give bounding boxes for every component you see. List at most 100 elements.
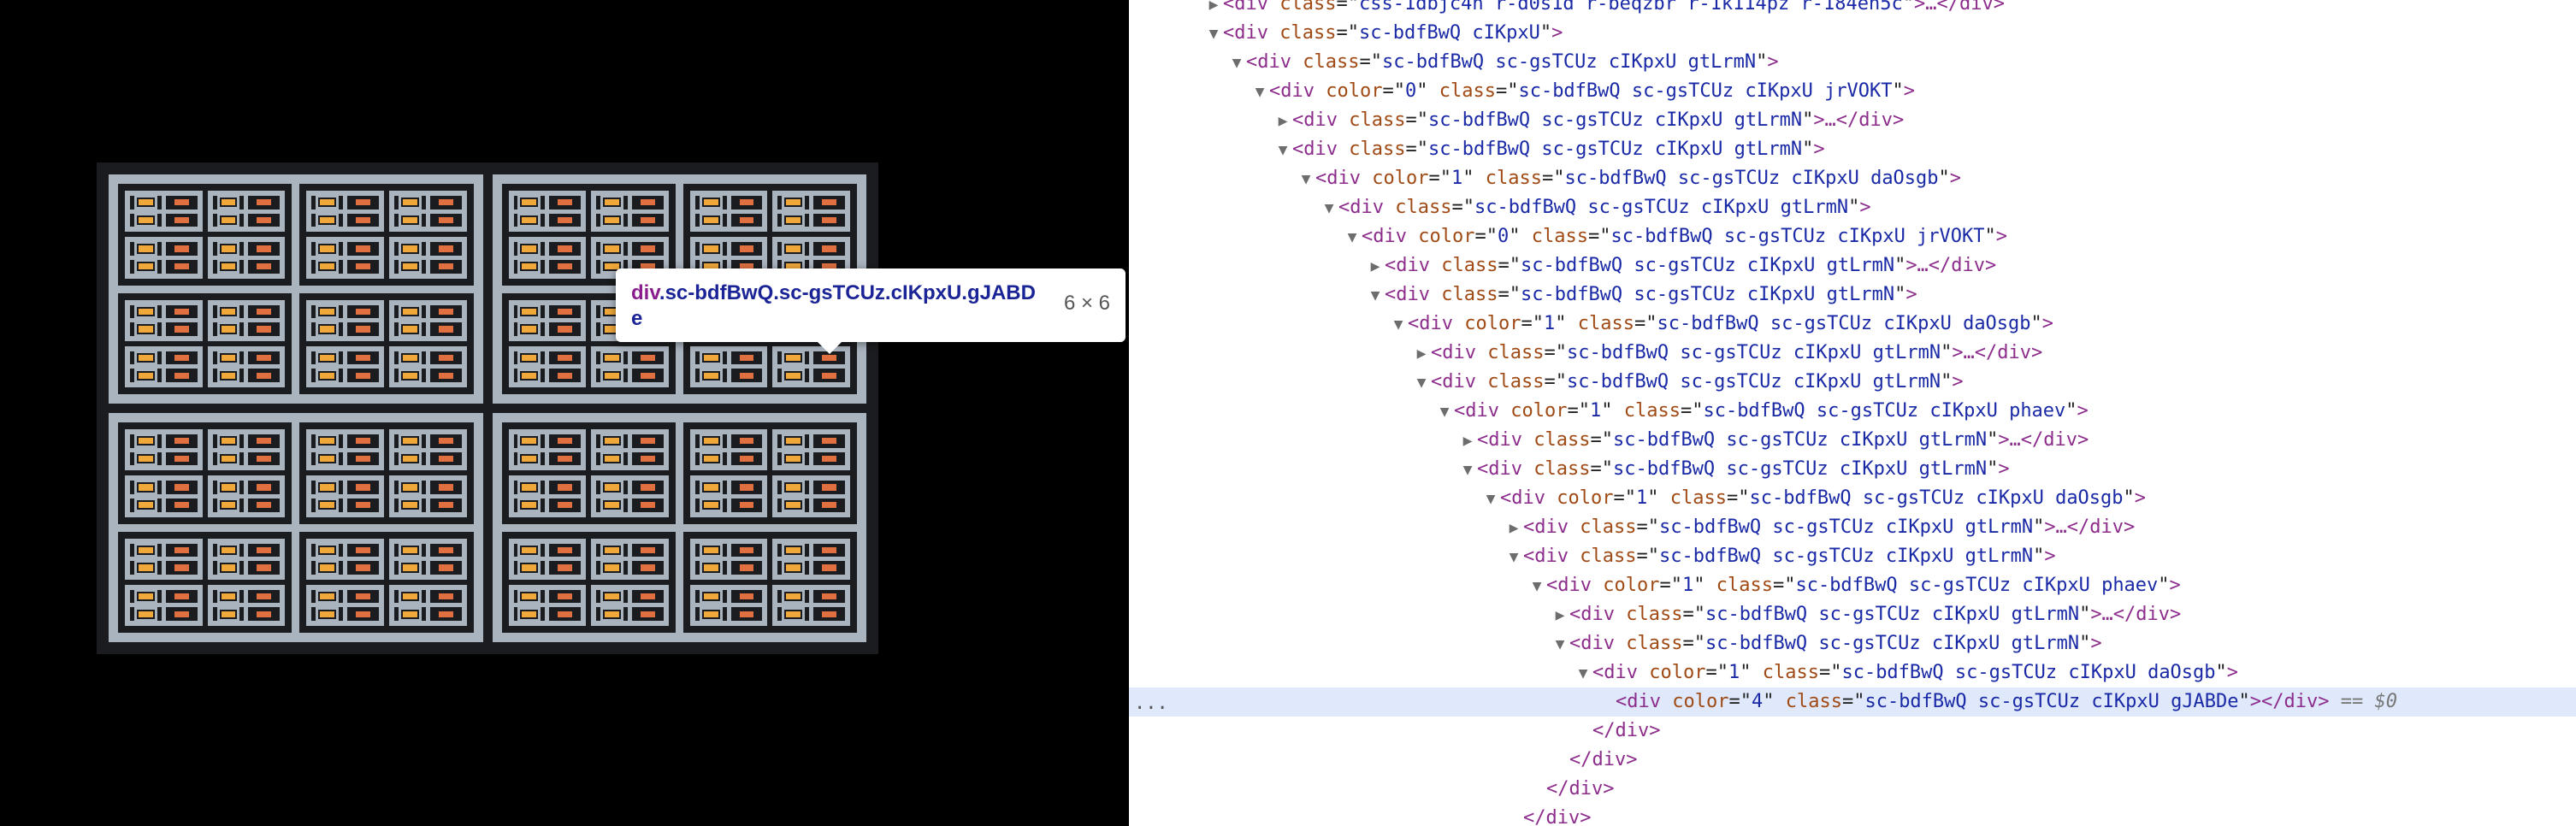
expand-triangle-down-icon[interactable]: ▼	[1481, 485, 1500, 514]
attribute-value[interactable]: 1	[1728, 662, 1740, 683]
attribute-name[interactable]: color	[1672, 691, 1728, 712]
dom-node[interactable]: ▼ <div class="sc-bdfBwQ sc-gsTCUz cIKpxU …	[1129, 455, 2576, 484]
attribute-value[interactable]: sc-bdfBwQ sc-gsTCUz cIKpxU daOsgb	[1841, 662, 2215, 683]
dom-node[interactable]: ▶</div>	[1129, 746, 2576, 775]
dom-node[interactable]: ▶ <div class="sc-bdfBwQ sc-gsTCUz cIKpxU …	[1129, 600, 2576, 629]
attribute-value[interactable]: sc-bdfBwQ sc-gsTCUz cIKpxU jrVOKT	[1518, 80, 1892, 102]
dom-node[interactable]: ▼ <div class="sc-bdfBwQ sc-gsTCUz cIKpxU …	[1129, 542, 2576, 571]
attribute-name[interactable]: class	[1395, 197, 1451, 218]
attribute-value[interactable]: 0	[1405, 80, 1416, 102]
attribute-value[interactable]: sc-bdfBwQ sc-gsTCUz cIKpxU gtLrmN	[1428, 109, 1802, 131]
attribute-name[interactable]: color	[1326, 80, 1382, 102]
dom-node[interactable]: ▶ <div class="sc-bdfBwQ sc-gsTCUz cIKpxU …	[1129, 339, 2576, 368]
expand-triangle-right-icon[interactable]: ▶	[1412, 339, 1431, 369]
attribute-name[interactable]: class	[1487, 371, 1544, 392]
row-actions-ellipsis[interactable]: ...	[1134, 689, 1168, 718]
attribute-value[interactable]: sc-bdfBwQ sc-gsTCUz cIKpxU gtLrmN	[1705, 604, 2079, 625]
attribute-name[interactable]: class	[1532, 226, 1588, 247]
dom-node[interactable]: ▶</div>	[1129, 804, 2576, 826]
expand-triangle-down-icon[interactable]: ▼	[1412, 369, 1431, 398]
attribute-name[interactable]: class	[1626, 604, 1682, 625]
attribute-value[interactable]: sc-bdfBwQ sc-gsTCUz cIKpxU gtLrmN	[1613, 429, 1987, 451]
dom-node[interactable]: ▼ <div class="sc-bdfBwQ cIKpxU">	[1129, 19, 2576, 48]
expand-triangle-down-icon[interactable]: ▼	[1227, 49, 1246, 78]
attribute-value[interactable]: sc-bdfBwQ sc-gsTCUz cIKpxU gtLrmN	[1382, 51, 1756, 73]
attribute-name[interactable]: class	[1763, 662, 1819, 683]
attribute-value[interactable]: 1	[1682, 575, 1693, 596]
dom-node[interactable]: ▼ <div color="1" class="sc-bdfBwQ sc-gsTC…	[1129, 658, 2576, 687]
attribute-value[interactable]: sc-bdfBwQ sc-gsTCUz cIKpxU gtLrmN	[1567, 342, 1941, 363]
expand-triangle-down-icon[interactable]: ▼	[1297, 165, 1315, 194]
attribute-value[interactable]: sc-bdfBwQ sc-gsTCUz cIKpxU daOsgb	[1657, 313, 2030, 334]
attribute-name[interactable]: class	[1670, 487, 1727, 509]
attribute-name[interactable]: color	[1464, 313, 1521, 334]
attribute-name[interactable]: color	[1372, 168, 1428, 189]
attribute-value[interactable]: 1	[1544, 313, 1555, 334]
attribute-name[interactable]: class	[1349, 109, 1405, 131]
dom-node[interactable]: ▼ <div color="1" class="sc-bdfBwQ sc-gsTC…	[1129, 397, 2576, 426]
attribute-value[interactable]: sc-bdfBwQ sc-gsTCUz cIKpxU gtLrmN	[1428, 139, 1802, 160]
attribute-value[interactable]: 1	[1451, 168, 1462, 189]
attribute-name[interactable]: class	[1279, 0, 1336, 15]
expand-triangle-down-icon[interactable]: ▼	[1250, 78, 1269, 107]
attribute-value[interactable]: sc-bdfBwQ sc-gsTCUz cIKpxU gtLrmN	[1613, 458, 1987, 480]
attribute-value[interactable]: sc-bdfBwQ sc-gsTCUz cIKpxU gtLrmN	[1659, 546, 2033, 567]
attribute-name[interactable]: color	[1510, 400, 1567, 422]
dom-node[interactable]: ▼ <div class="sc-bdfBwQ sc-gsTCUz cIKpxU …	[1129, 280, 2576, 310]
expand-triangle-down-icon[interactable]: ▼	[1504, 543, 1523, 572]
attribute-value[interactable]: sc-bdfBwQ sc-gsTCUz cIKpxU phaev	[1795, 575, 2158, 596]
expand-triangle-down-icon[interactable]: ▼	[1551, 630, 1569, 659]
attribute-value[interactable]: sc-bdfBwQ sc-gsTCUz cIKpxU gtLrmN	[1567, 371, 1941, 392]
attribute-value[interactable]: css-1dbjc4n r-d0s1d r-beqzbr r-1k114pz r…	[1359, 0, 1903, 15]
dom-node[interactable]: ▶</div>	[1129, 717, 2576, 746]
expand-triangle-down-icon[interactable]: ▼	[1343, 223, 1362, 252]
dom-node[interactable]: ▼ <div color="0" class="sc-bdfBwQ sc-gsTC…	[1129, 222, 2576, 251]
attribute-value[interactable]: sc-bdfBwQ sc-gsTCUz cIKpxU gtLrmN	[1474, 197, 1848, 218]
expand-triangle-right-icon[interactable]: ▶	[1366, 252, 1385, 281]
expand-triangle-down-icon[interactable]: ▼	[1389, 310, 1408, 339]
attribute-name[interactable]: class	[1439, 80, 1496, 102]
attribute-value[interactable]: sc-bdfBwQ sc-gsTCUz cIKpxU daOsgb	[1749, 487, 2123, 509]
attribute-name[interactable]: class	[1624, 400, 1681, 422]
attribute-name[interactable]: class	[1303, 51, 1359, 73]
dom-node[interactable]: ▼ <div class="sc-bdfBwQ sc-gsTCUz cIKpxU …	[1129, 629, 2576, 658]
attribute-value[interactable]: sc-bdfBwQ sc-gsTCUz cIKpxU phaev	[1703, 400, 2065, 422]
expand-triangle-down-icon[interactable]: ▼	[1320, 194, 1338, 223]
attribute-name[interactable]: color	[1649, 662, 1705, 683]
attribute-value[interactable]: sc-bdfBwQ sc-gsTCUz cIKpxU gtLrmN	[1521, 284, 1894, 305]
dom-node[interactable]: ▶ <div class="sc-bdfBwQ sc-gsTCUz cIKpxU …	[1129, 513, 2576, 542]
attribute-value[interactable]: sc-bdfBwQ sc-gsTCUz cIKpxU daOsgb	[1564, 168, 1938, 189]
attribute-value[interactable]: 1	[1590, 400, 1601, 422]
dom-node[interactable]: ▼ <div color="1" class="sc-bdfBwQ sc-gsTC…	[1129, 310, 2576, 339]
attribute-value[interactable]: 0	[1498, 226, 1509, 247]
expand-triangle-right-icon[interactable]: ▶	[1458, 427, 1477, 456]
expand-triangle-right-icon[interactable]: ▶	[1504, 514, 1523, 543]
attribute-name[interactable]: class	[1279, 22, 1336, 44]
dom-node[interactable]: ▼ <div class="sc-bdfBwQ sc-gsTCUz cIKpxU …	[1129, 368, 2576, 397]
dom-node[interactable]: ▼ <div color="1" class="sc-bdfBwQ sc-gsTC…	[1129, 571, 2576, 600]
dom-node[interactable]: ▶ <div class="css-1dbjc4n r-d0s1d r-beqzb…	[1129, 0, 2576, 19]
attribute-name[interactable]: class	[1441, 284, 1498, 305]
attribute-value[interactable]: sc-bdfBwQ sc-gsTCUz cIKpxU gtLrmN	[1659, 516, 2033, 538]
expand-triangle-down-icon[interactable]: ▼	[1366, 281, 1385, 310]
attribute-name[interactable]: class	[1486, 168, 1542, 189]
attribute-name[interactable]: class	[1441, 255, 1498, 276]
dom-node[interactable]: ▶ <div class="sc-bdfBwQ sc-gsTCUz cIKpxU …	[1129, 426, 2576, 455]
expand-triangle-down-icon[interactable]: ▼	[1458, 456, 1477, 485]
expand-triangle-down-icon[interactable]: ▼	[1574, 659, 1592, 688]
attribute-value[interactable]: sc-bdfBwQ cIKpxU	[1359, 22, 1540, 44]
expand-triangle-right-icon[interactable]: ▶	[1273, 107, 1292, 136]
attribute-name[interactable]: class	[1578, 313, 1634, 334]
attribute-name[interactable]: class	[1626, 633, 1682, 654]
dom-node[interactable]: ▶</div>	[1129, 775, 2576, 804]
dom-node[interactable]: ▶ <div class="sc-bdfBwQ sc-gsTCUz cIKpxU …	[1129, 106, 2576, 135]
attribute-value[interactable]: 4	[1752, 691, 1763, 712]
attribute-value[interactable]: 1	[1636, 487, 1647, 509]
attribute-value[interactable]: sc-bdfBwQ sc-gsTCUz cIKpxU jrVOKT	[1610, 226, 1984, 247]
dom-node-selected[interactable]: ▶<div color="4" class="sc-bdfBwQ sc-gsTC…	[1129, 687, 2576, 717]
expand-triangle-down-icon[interactable]: ▼	[1527, 572, 1546, 601]
dom-node[interactable]: ▼ <div class="sc-bdfBwQ sc-gsTCUz cIKpxU …	[1129, 135, 2576, 164]
attribute-value[interactable]: sc-bdfBwQ sc-gsTCUz cIKpxU gtLrmN	[1521, 255, 1894, 276]
expand-triangle-right-icon[interactable]: ▶	[1204, 0, 1223, 20]
attribute-name[interactable]: class	[1533, 429, 1590, 451]
